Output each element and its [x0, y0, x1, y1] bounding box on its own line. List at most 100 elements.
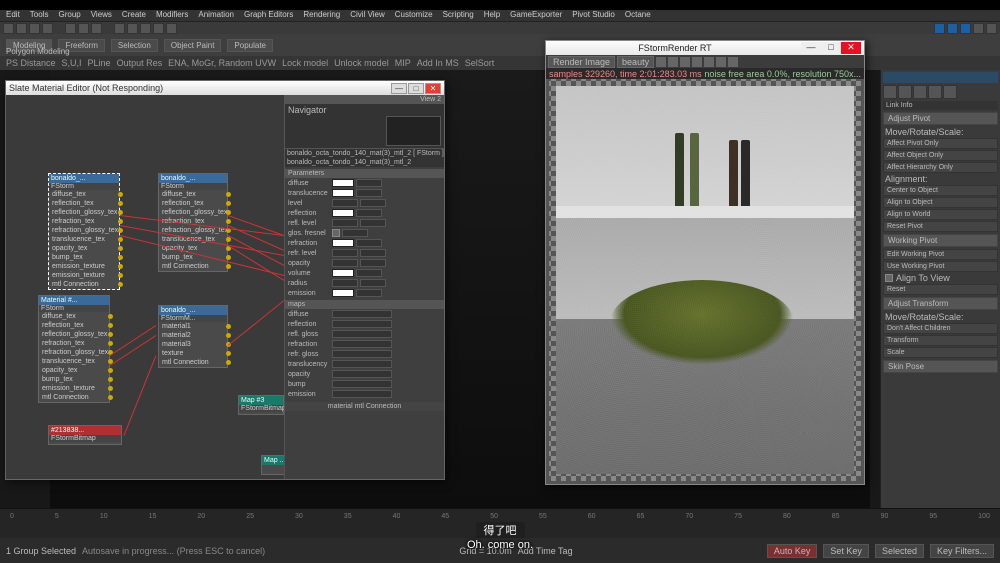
ribbon2-item[interactable]: ENA, MoGr, Random UVW [168, 58, 276, 68]
menu-item[interactable]: Pivot Studio [572, 10, 615, 21]
cmd-tab-icon[interactable] [913, 85, 927, 99]
menu-item[interactable]: Modifiers [156, 10, 188, 21]
cmd-align-view[interactable]: Align To View [885, 273, 996, 283]
rt-titlebar[interactable]: FStormRender RT — □ ✕ [546, 41, 864, 55]
slate-node-graph[interactable]: bonaldo_...FStorm diffuse_texreflection_… [6, 95, 286, 479]
material-node[interactable]: bonaldo_...FStorm diffuse_texreflection_… [158, 173, 228, 272]
command-panel[interactable]: Link Info Adjust Pivot Move/Rotate/Scale… [880, 70, 1000, 508]
param-map-row[interactable]: emission [285, 389, 444, 399]
cmd-center-to-object[interactable]: Center to Object [883, 185, 998, 196]
ribbon2-item[interactable]: PLine [88, 58, 111, 68]
menu-item[interactable]: Group [58, 10, 80, 21]
cmd-tab-icon[interactable] [943, 85, 957, 99]
ribbon2-item[interactable]: PS Distance [6, 58, 56, 68]
rt-tool-icon[interactable] [680, 57, 690, 67]
toolbar-button[interactable] [42, 23, 53, 34]
toolbar-button[interactable] [986, 23, 997, 34]
ribbon2-item[interactable]: SelSort [465, 58, 495, 68]
minimize-button[interactable]: — [391, 83, 407, 94]
toolbar-button[interactable] [960, 23, 971, 34]
param-map-row[interactable]: reflection [285, 319, 444, 329]
bitmap-node[interactable]: #213838...FStormBitmap [48, 425, 122, 445]
cmd-transform[interactable]: Transform [883, 335, 998, 346]
menu-item[interactable]: GameExporter [510, 10, 562, 21]
param-row[interactable]: opacity [285, 258, 444, 268]
param-map-row[interactable]: diffuse [285, 309, 444, 319]
cmd-use-wp[interactable]: Use Working Pivot [883, 261, 998, 272]
toolbar-button[interactable] [114, 23, 125, 34]
menu-item[interactable]: Customize [395, 10, 433, 21]
fstorm-render-rt-window[interactable]: FStormRender RT — □ ✕ Render Image beaut… [545, 40, 865, 485]
param-map-row[interactable]: opacity [285, 369, 444, 379]
param-map-row[interactable]: bump [285, 379, 444, 389]
cmd-affect-hierarchy[interactable]: Affect Hierarchy Only [883, 162, 998, 173]
rt-pass-dropdown[interactable]: beauty [617, 56, 654, 68]
menu-item[interactable]: Animation [198, 10, 234, 21]
status-timetag[interactable]: Add Time Tag [518, 546, 573, 556]
rt-tool-icon[interactable] [692, 57, 702, 67]
keyfilters-button[interactable]: Key Filters... [930, 544, 994, 558]
key-selected-dropdown[interactable]: Selected [875, 544, 924, 558]
cmd-tab-icon[interactable] [898, 85, 912, 99]
close-button[interactable]: ✕ [841, 42, 861, 54]
material-node[interactable]: bonaldo_...FStormM... material1material2… [158, 305, 228, 368]
param-row[interactable]: emission [285, 288, 444, 298]
ribbon2-item[interactable]: Add In MS [417, 58, 459, 68]
timeline[interactable]: 0510152025303540455055606570758085909510… [0, 508, 1000, 538]
menu-item[interactable]: Edit [6, 10, 20, 21]
minimize-button[interactable]: — [801, 42, 821, 54]
main-toolbar[interactable] [0, 22, 1000, 34]
param-row[interactable]: refl. level [285, 218, 444, 228]
param-map-row[interactable]: refl. gloss [285, 329, 444, 339]
menu-item[interactable]: Rendering [303, 10, 340, 21]
material-node[interactable]: Material #...FStorm diffuse_texreflectio… [38, 295, 110, 403]
param-row[interactable]: refraction [285, 238, 444, 248]
cmd-affect-pivot[interactable]: Affect Pivot Only [883, 138, 998, 149]
cmd-align-to-world[interactable]: Align to World [883, 209, 998, 220]
cmd-affect-object[interactable]: Affect Object Only [883, 150, 998, 161]
toolbar-button[interactable] [166, 23, 177, 34]
ribbon2-item[interactable]: Output Res [117, 58, 163, 68]
param-row[interactable]: diffuse [285, 178, 444, 188]
autokey-button[interactable]: Auto Key [767, 544, 818, 558]
slate-param-panel[interactable]: View 2 Navigator bonaldo_octa_tondo_140_… [284, 95, 444, 479]
maximize-button[interactable]: □ [408, 83, 424, 94]
slate-material-editor-window[interactable]: Slate Material Editor (Not Responding) —… [5, 80, 445, 480]
cmd-rollout-adjust-transform[interactable]: Adjust Transform [883, 297, 998, 310]
param-map-row[interactable]: refr. gloss [285, 349, 444, 359]
rt-tool-icon[interactable] [668, 57, 678, 67]
menu-item[interactable]: Graph Editors [244, 10, 293, 21]
param-maps-header[interactable]: maps [285, 300, 444, 309]
ribbon-tab-populate[interactable]: Populate [227, 39, 273, 52]
toolbar-button[interactable] [947, 23, 958, 34]
toolbar-button[interactable] [153, 23, 164, 34]
rt-render-view[interactable] [549, 79, 861, 481]
cmd-align-to-object[interactable]: Align to Object [883, 197, 998, 208]
menu-item[interactable]: Views [91, 10, 112, 21]
ribbon-tab-selection[interactable]: Selection [111, 39, 158, 52]
cmd-rollout-adjust-pivot[interactable]: Adjust Pivot [883, 112, 998, 125]
param-section[interactable]: Parameters [285, 169, 444, 178]
cmd-dont-affect-children[interactable]: Don't Affect Children [883, 323, 998, 334]
ribbon2-item[interactable]: MIP [395, 58, 411, 68]
toolbar-button[interactable] [16, 23, 27, 34]
cmd-rollout-skin-pose[interactable]: Skin Pose [883, 360, 998, 373]
rt-tool-icon[interactable] [728, 57, 738, 67]
cmd-rollout-working-pivot[interactable]: Working Pivot [883, 234, 998, 247]
setkey-button[interactable]: Set Key [823, 544, 869, 558]
ribbon-tab-objectpaint[interactable]: Object Paint [164, 39, 222, 52]
cmd-edit-wp[interactable]: Edit Working Pivot [883, 249, 998, 260]
maximize-button[interactable]: □ [821, 42, 841, 54]
param-row[interactable]: level [285, 198, 444, 208]
menu-item[interactable]: Tools [30, 10, 49, 21]
param-row[interactable]: translucence [285, 188, 444, 198]
material-node[interactable]: bonaldo_...FStorm diffuse_texreflection_… [48, 173, 120, 290]
param-row[interactable]: radius [285, 278, 444, 288]
ribbon2-item[interactable]: Lock model [282, 58, 328, 68]
cmd-tab-icon[interactable] [928, 85, 942, 99]
rt-toolbar[interactable]: Render Image beauty [546, 55, 864, 68]
cmd-reset-pivot[interactable]: Reset Pivot [883, 221, 998, 232]
rt-tool-icon[interactable] [704, 57, 714, 67]
cmd-tab-icon[interactable] [883, 85, 897, 99]
toolbar-button[interactable] [78, 23, 89, 34]
